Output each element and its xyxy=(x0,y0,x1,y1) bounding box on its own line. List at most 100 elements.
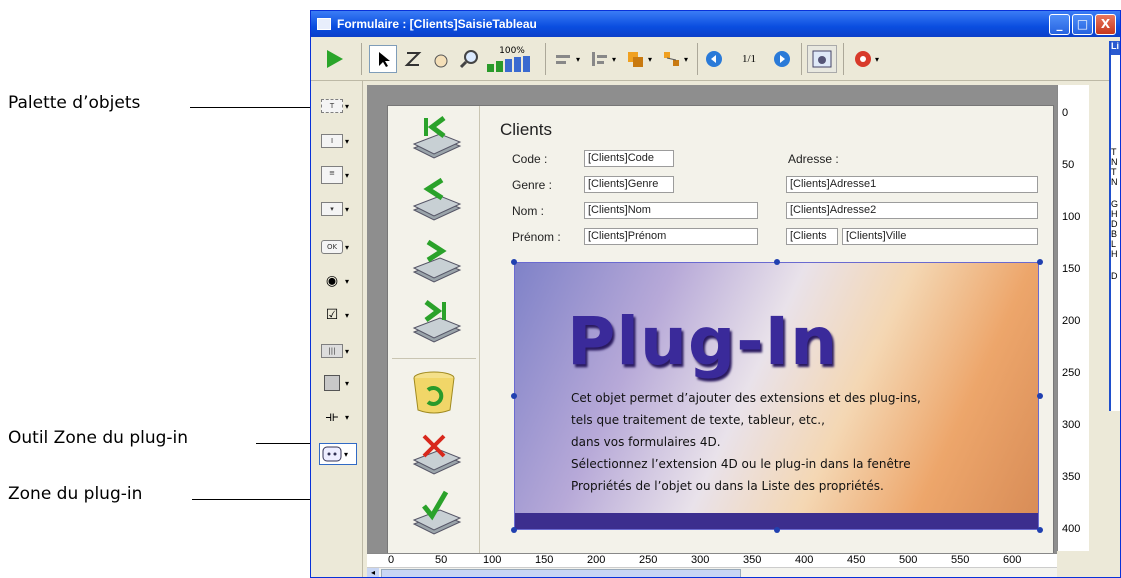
hruler-label: 600 xyxy=(1003,554,1022,566)
minimize-button[interactable]: _ xyxy=(1049,14,1070,35)
distribute-button[interactable]: ▾ xyxy=(587,45,619,73)
field-cp[interactable]: [Clients xyxy=(786,228,838,245)
vruler-label: 250 xyxy=(1062,367,1081,379)
horizontal-scrollbar[interactable]: ◂ xyxy=(367,567,1057,577)
palette-rectangle-tool[interactable]: ▾ xyxy=(321,373,357,393)
next-page-button[interactable] xyxy=(771,45,793,73)
callout-outil: Outil Zone du plug-in xyxy=(8,428,189,448)
palette-dropdown-tool[interactable]: ▾ ▾ xyxy=(321,199,357,219)
property-letter: G xyxy=(1111,199,1119,209)
select-tool-button[interactable] xyxy=(369,45,397,73)
run-button[interactable] xyxy=(321,45,347,73)
hruler-label: 500 xyxy=(899,554,918,566)
validate-button[interactable] xyxy=(408,490,462,538)
separator xyxy=(361,43,362,75)
layer-icon xyxy=(627,52,643,67)
previous-page-icon xyxy=(706,51,722,67)
horizontal-ruler: 0 50 100 150 200 250 300 350 400 450 500… xyxy=(367,553,1057,567)
palette-radio-tool[interactable]: ◉ ▾ xyxy=(321,271,357,291)
plugin-area-icon xyxy=(322,446,342,462)
separator xyxy=(801,43,802,75)
plugin-text-line-3: dans vos formulaires 4D. xyxy=(571,435,721,449)
close-button[interactable]: X xyxy=(1095,14,1116,35)
callout-outil-line xyxy=(256,443,318,444)
plugin-area[interactable]: Plug-In Cet objet permet d’ajouter des e… xyxy=(514,262,1039,530)
group-button[interactable]: ▾ xyxy=(659,45,691,73)
field-ville[interactable]: [Clients]Ville xyxy=(842,228,1038,245)
field-icon: I xyxy=(321,134,343,148)
hruler-label: 400 xyxy=(795,554,814,566)
property-letter: D xyxy=(1111,271,1118,281)
plugin-text-line-5: Propriétés de l’objet ou dans la Liste d… xyxy=(571,479,884,493)
property-letter: L xyxy=(1111,239,1117,249)
last-record-button[interactable] xyxy=(408,298,462,346)
resize-handle[interactable] xyxy=(511,527,517,533)
palette-static-text-tool[interactable]: T ▾ xyxy=(321,96,357,116)
resize-handle[interactable] xyxy=(774,259,780,265)
form-editor-window: Formulaire : [Clients]SaisieTableau _ □ … xyxy=(310,10,1121,578)
macro-button[interactable]: ▾ xyxy=(849,45,883,73)
resize-handle[interactable] xyxy=(1037,393,1043,399)
layer-button[interactable]: ▾ xyxy=(623,45,655,73)
field-adresse2[interactable]: [Clients]Adresse2 xyxy=(786,202,1038,219)
property-letter: T xyxy=(1111,147,1117,157)
palette-thermometer-tool[interactable]: ||| ▾ xyxy=(321,341,357,361)
callout-palette: Palette d’objets xyxy=(8,93,141,113)
field-prenom[interactable]: [Clients]Prénom xyxy=(584,228,758,245)
label-genre: Genre : xyxy=(512,178,553,192)
label-prenom: Prénom : xyxy=(512,230,561,244)
entry-order-button[interactable] xyxy=(401,45,425,73)
hruler-label: 300 xyxy=(691,554,710,566)
add-record-button[interactable] xyxy=(408,368,462,416)
previous-record-button[interactable] xyxy=(408,176,462,224)
static-text-icon: T xyxy=(321,99,343,113)
property-letter: H xyxy=(1111,209,1118,219)
first-record-button[interactable] xyxy=(408,114,462,162)
palette-button-tool[interactable]: OK ▾ xyxy=(321,237,357,257)
previous-page-button[interactable] xyxy=(703,45,725,73)
field-adresse1[interactable]: [Clients]Adresse1 xyxy=(786,176,1038,193)
zoom-tool-button[interactable] xyxy=(457,45,481,73)
macro-icon xyxy=(854,51,871,67)
arrow-icon xyxy=(379,52,390,67)
preview-button[interactable] xyxy=(807,45,837,73)
resize-handle[interactable] xyxy=(511,259,517,265)
window-icon xyxy=(317,18,331,30)
plugin-heading: Plug-In xyxy=(567,303,839,380)
resize-handle[interactable] xyxy=(511,393,517,399)
label-code: Code : xyxy=(512,152,548,166)
thermometer-icon: ||| xyxy=(321,344,343,358)
vruler-label: 100 xyxy=(1062,211,1081,223)
palette-plugin-area-tool[interactable]: ▾ xyxy=(319,443,357,465)
palette-list-tool[interactable]: ≡ ▾ xyxy=(321,165,357,185)
hand-tool-button[interactable] xyxy=(429,45,453,73)
callout-palette-line xyxy=(190,107,310,108)
design-canvas[interactable]: Clients Code : Genre : Nom : Prénom : Ad… xyxy=(367,85,1057,555)
vruler-label: 300 xyxy=(1062,419,1081,431)
palette-splitter-tool[interactable]: ⟛ ▾ xyxy=(321,407,357,427)
preview-icon xyxy=(812,50,832,68)
delete-record-button[interactable] xyxy=(408,430,462,478)
field-code[interactable]: [Clients]Code xyxy=(584,150,674,167)
field-nom[interactable]: [Clients]Nom xyxy=(584,202,758,219)
palette-field-tool[interactable]: I ▾ xyxy=(321,131,357,151)
maximize-button[interactable]: □ xyxy=(1072,14,1093,35)
palette-checkbox-tool[interactable]: ☑ ▾ xyxy=(321,305,357,325)
zoom-level-button[interactable]: 100% xyxy=(485,45,539,73)
property-letter: T xyxy=(1111,167,1117,177)
dropdown-icon: ▾ xyxy=(321,202,343,216)
align-button[interactable]: ▾ xyxy=(551,45,583,73)
scroll-thumb[interactable] xyxy=(381,569,741,577)
resize-handle[interactable] xyxy=(1037,259,1043,265)
property-list-panel[interactable]: Li T N T N G H D B L H D xyxy=(1109,41,1120,411)
hand-icon xyxy=(434,54,448,68)
field-genre[interactable]: [Clients]Genre xyxy=(584,176,674,193)
resize-handle[interactable] xyxy=(1037,527,1043,533)
scroll-left-button[interactable]: ◂ xyxy=(367,568,379,577)
radio-icon: ◉ xyxy=(325,273,339,289)
label-adresse: Adresse : xyxy=(788,152,839,166)
navigation-button-column xyxy=(388,106,480,554)
next-record-button[interactable] xyxy=(408,238,462,286)
ok-button-icon: OK xyxy=(321,240,343,254)
resize-handle[interactable] xyxy=(774,527,780,533)
